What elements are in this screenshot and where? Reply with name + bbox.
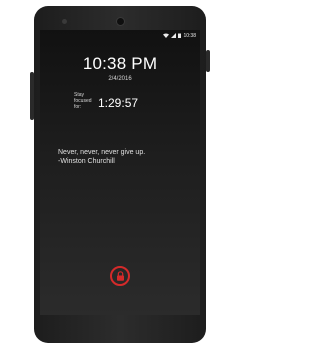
volume-button [30,72,34,120]
lock-screen: 10:38 10:38 PM 2/4/2016 Stay focused for… [40,30,200,315]
unlock-button[interactable] [110,266,130,286]
status-time: 10:38 [183,33,196,39]
quote-text: Never, never, never give up. [58,149,146,156]
wifi-icon [163,33,170,40]
power-button [206,50,210,72]
lock-icon [116,271,125,281]
signal-icon [171,32,177,40]
status-bar: 10:38 [163,32,196,40]
lock-date: 2/4/2016 [108,76,132,82]
front-camera-icon [116,17,125,26]
battery-icon [178,33,182,40]
proximity-sensor [62,19,67,24]
focus-timer: 1:29:57 [98,96,139,110]
quote-author: -Winston Churchill [58,158,115,165]
lock-clock: 10:38 PM [82,54,158,73]
